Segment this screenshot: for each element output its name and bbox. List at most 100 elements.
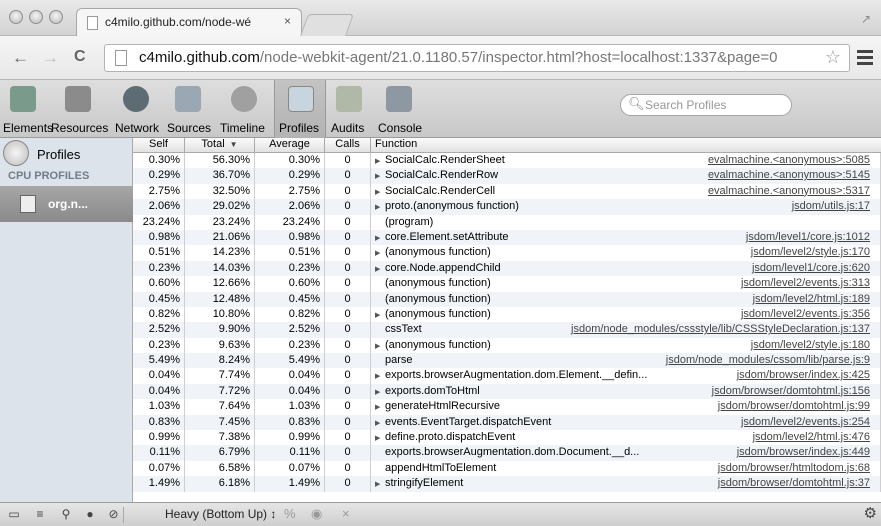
source-link[interactable]: jsdom/level2/style.js:180: [747, 338, 870, 353]
panel-console[interactable]: Console: [372, 80, 426, 138]
table-row[interactable]: 0.07% 6.58% 0.07% 0 appendHtmlToElement jsdom…: [133, 460, 881, 477]
table-row[interactable]: 0.23% 14.03% 0.23% 0 ▶ core.Node.appendChild j…: [133, 260, 881, 277]
table-row[interactable]: 0.04% 7.74% 0.04% 0 ▶ exports.browserAugmenta…: [133, 368, 881, 384]
panel-network[interactable]: Network: [110, 80, 162, 138]
expand-arrow-icon[interactable]: ▶: [375, 246, 385, 260]
table-row[interactable]: 0.04% 7.72% 0.04% 0 ▶ exports.domToHtml jsdom/…: [133, 383, 881, 400]
table-row[interactable]: 0.82% 10.80% 0.82% 0 ▶ (anonymous function) js…: [133, 306, 881, 323]
expand-arrow-icon[interactable]: ▶: [375, 169, 385, 183]
expand-arrow-icon[interactable]: ▶: [375, 154, 385, 168]
table-row[interactable]: 1.03% 7.64% 1.03% 0 ▶ generateHtmlRecursive js…: [133, 399, 881, 415]
table-row[interactable]: 0.45% 12.48% 0.45% 0 (anonymous function) jsd…: [133, 291, 881, 307]
expand-arrow-icon[interactable]: ▶: [375, 185, 385, 199]
expand-arrow-icon[interactable]: ▶: [375, 200, 385, 214]
browser-tab[interactable]: c4milo.github.com/node-wé ×: [76, 8, 302, 36]
source-link[interactable]: jsdom/browser/htmltodom.js:68: [714, 461, 870, 476]
menu-icon[interactable]: [857, 50, 873, 68]
header-total[interactable]: Total ▼: [185, 138, 255, 152]
minimize-window-button[interactable]: [29, 10, 43, 24]
close-tab-icon[interactable]: ×: [284, 14, 291, 28]
fullscreen-icon[interactable]: ↗: [861, 12, 871, 26]
address-bar[interactable]: c4milo.github.com/node-webkit-agent/21.0…: [104, 44, 850, 72]
expand-arrow-icon[interactable]: ▶: [375, 369, 385, 383]
reload-button[interactable]: C: [74, 48, 86, 66]
source-link[interactable]: evalmachine.<anonymous>:5145: [704, 168, 870, 183]
table-row[interactable]: 2.52% 9.90% 2.52% 0 cssText jsdom/node_module…: [133, 322, 881, 338]
source-link[interactable]: jsdom/node_modules/cssom/lib/parse.js:9: [662, 353, 870, 368]
table-row[interactable]: 0.51% 14.23% 0.51% 0 ▶ (anonymous function) js…: [133, 245, 881, 261]
source-link[interactable]: evalmachine.<anonymous>:5085: [704, 153, 870, 168]
table-row[interactable]: 2.06% 29.02% 2.06% 0 ▶ proto.(anonymous funct…: [133, 199, 881, 215]
table-row[interactable]: 23.24% 23.24% 23.24% 0 (program): [133, 214, 881, 230]
table-row[interactable]: 0.29% 36.70% 0.29% 0 ▶ SocialCalc.RenderRow ev…: [133, 168, 881, 184]
exclude-function-icon[interactable]: ×: [342, 506, 350, 521]
bookmark-star-icon[interactable]: ☆: [825, 47, 841, 68]
new-tab-button[interactable]: [299, 14, 355, 36]
focus-function-icon[interactable]: ◉: [311, 506, 322, 522]
dock-icon[interactable]: ▭: [4, 507, 24, 523]
table-row[interactable]: 2.75% 32.50% 2.75% 0 ▶ SocialCalc.RenderCell e…: [133, 183, 881, 200]
table-row[interactable]: 1.49% 6.18% 1.49% 0 ▶ stringifyElement jsdom/b…: [133, 476, 881, 492]
expand-arrow-icon[interactable]: ▶: [375, 477, 385, 491]
panel-profiles[interactable]: Profiles: [274, 80, 326, 138]
view-mode-select[interactable]: Heavy (Bottom Up) ↕: [165, 507, 276, 521]
header-calls[interactable]: Calls: [325, 138, 371, 152]
table-row[interactable]: 0.11% 6.79% 0.11% 0 exports.browserAugmentat…: [133, 445, 881, 461]
panel-resources[interactable]: Resources: [46, 80, 110, 138]
panel-label: Console: [378, 121, 423, 135]
percent-toggle-button[interactable]: %: [284, 506, 296, 521]
expand-arrow-icon[interactable]: ▶: [375, 231, 385, 245]
expand-arrow-icon[interactable]: ▶: [375, 416, 385, 430]
source-link[interactable]: jsdom/node_modules/cssstyle/lib/CSSStyle…: [567, 322, 870, 337]
header-self[interactable]: Self: [133, 138, 185, 152]
source-link[interactable]: jsdom/level2/style.js:170: [747, 245, 870, 260]
table-row[interactable]: 0.30% 56.30% 0.30% 0 ▶ SocialCalc.RenderSheet…: [133, 153, 881, 169]
cell-function: ▶ proto.(anonymous function) jsdom/utils.j…: [371, 199, 881, 215]
settings-gear-icon[interactable]: ⚙: [864, 504, 877, 522]
source-link[interactable]: jsdom/level2/html.js:189: [749, 292, 870, 307]
sidebar-profiles-root[interactable]: Profiles: [0, 138, 133, 168]
panel-sources[interactable]: Sources: [162, 80, 214, 138]
record-icon[interactable]: ●: [80, 507, 100, 523]
clear-icon[interactable]: ⊘: [104, 507, 124, 523]
header-function[interactable]: Function: [371, 138, 881, 152]
source-link[interactable]: evalmachine.<anonymous>:5317: [704, 184, 870, 199]
table-row[interactable]: 0.23% 9.63% 0.23% 0 ▶ (anonymous function) jsd…: [133, 337, 881, 354]
source-link[interactable]: jsdom/browser/domtohtml.js:156: [708, 384, 870, 399]
close-window-button[interactable]: [9, 10, 23, 24]
table-row[interactable]: 0.60% 12.66% 0.60% 0 (anonymous function) jsd…: [133, 276, 881, 292]
table-row[interactable]: 0.83% 7.45% 0.83% 0 ▶ events.EventTarget.disp…: [133, 414, 881, 431]
table-row[interactable]: 0.98% 21.06% 0.98% 0 ▶ core.Element.setAttrib…: [133, 229, 881, 246]
search-profiles-input[interactable]: 🔍︎ Search Profiles: [620, 94, 792, 116]
expand-arrow-icon[interactable]: ▶: [375, 431, 385, 445]
expand-arrow-icon[interactable]: ▶: [375, 262, 385, 276]
console-drawer-icon[interactable]: ≡: [30, 507, 50, 523]
expand-arrow-icon[interactable]: ▶: [375, 385, 385, 399]
sidebar-item-profile[interactable]: org.n...: [0, 186, 133, 222]
expand-arrow-icon[interactable]: ▶: [375, 339, 385, 353]
table-row[interactable]: 5.49% 8.24% 5.49% 0 parse jsdom/node_modules/…: [133, 353, 881, 369]
expand-arrow-icon[interactable]: ▶: [375, 400, 385, 414]
forward-button[interactable]: →: [42, 48, 59, 68]
search-icon[interactable]: ⚲: [56, 507, 76, 523]
panel-timeline[interactable]: Timeline: [214, 80, 274, 138]
source-link[interactable]: jsdom/utils.js:17: [788, 199, 870, 214]
table-row[interactable]: 0.99% 7.38% 0.99% 0 ▶ define.proto.dispatchEv…: [133, 430, 881, 446]
source-link[interactable]: jsdom/level2/html.js:476: [749, 430, 870, 445]
panel-audits[interactable]: Audits: [326, 80, 372, 138]
source-link[interactable]: jsdom/level2/events.js:254: [737, 415, 870, 430]
source-link[interactable]: jsdom/browser/domtohtml.js:37: [714, 476, 870, 491]
source-link[interactable]: jsdom/browser/domtohtml.js:99: [714, 399, 870, 414]
source-link[interactable]: jsdom/level1/core.js:620: [748, 261, 870, 276]
panel-elements[interactable]: Elements: [0, 80, 53, 138]
expand-arrow-icon[interactable]: ▶: [375, 308, 385, 322]
source-link[interactable]: jsdom/level2/events.js:313: [737, 276, 870, 291]
back-button[interactable]: ←: [12, 48, 29, 68]
source-link[interactable]: jsdom/level2/events.js:356: [737, 307, 870, 322]
cell-average: 1.03%: [255, 399, 325, 415]
source-link[interactable]: jsdom/browser/index.js:449: [733, 445, 870, 460]
source-link[interactable]: jsdom/level1/core.js:1012: [742, 230, 870, 245]
source-link[interactable]: jsdom/browser/index.js:425: [733, 368, 870, 383]
zoom-window-button[interactable]: [49, 10, 63, 24]
header-average[interactable]: Average: [255, 138, 325, 152]
